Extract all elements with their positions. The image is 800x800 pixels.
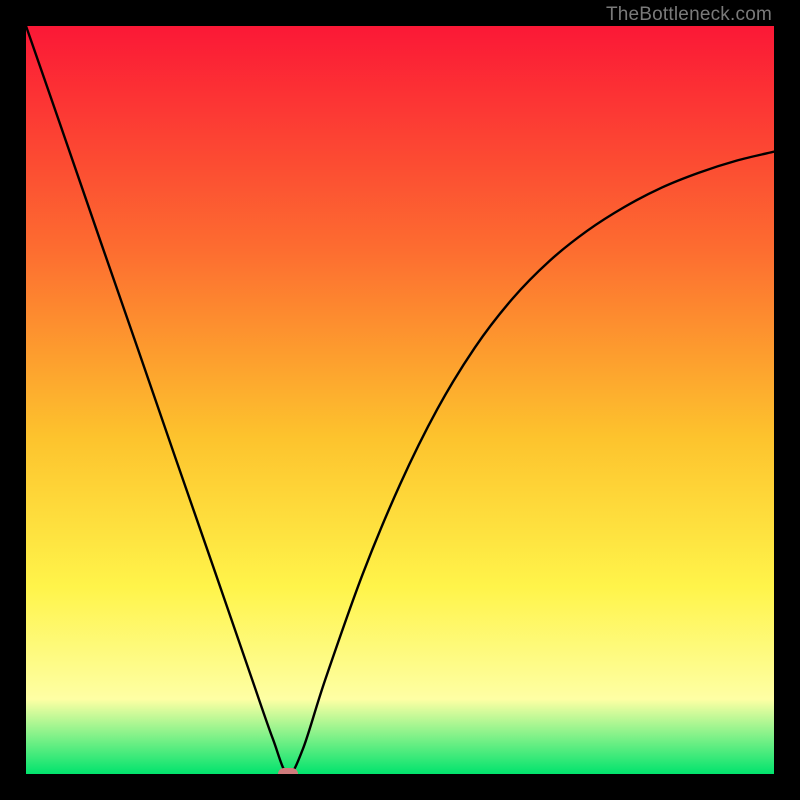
attribution-text: TheBottleneck.com — [606, 4, 772, 26]
plot-area — [26, 26, 774, 774]
chart-frame: TheBottleneck.com — [0, 0, 800, 800]
optimum-marker — [278, 768, 298, 774]
bottleneck-curve — [26, 26, 774, 774]
